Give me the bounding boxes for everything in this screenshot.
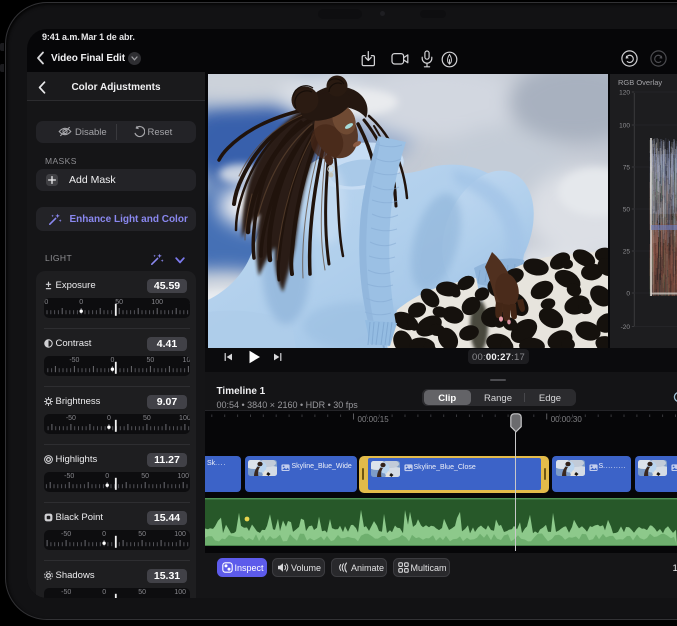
svg-text:50: 50 [623,206,631,213]
svg-text:120: 120 [619,89,630,96]
svg-text:-20: -20 [621,324,631,331]
svg-text:100: 100 [619,122,630,129]
svg-text:25: 25 [623,248,631,255]
svg-text:75: 75 [623,164,631,171]
svg-text:0: 0 [626,290,630,297]
